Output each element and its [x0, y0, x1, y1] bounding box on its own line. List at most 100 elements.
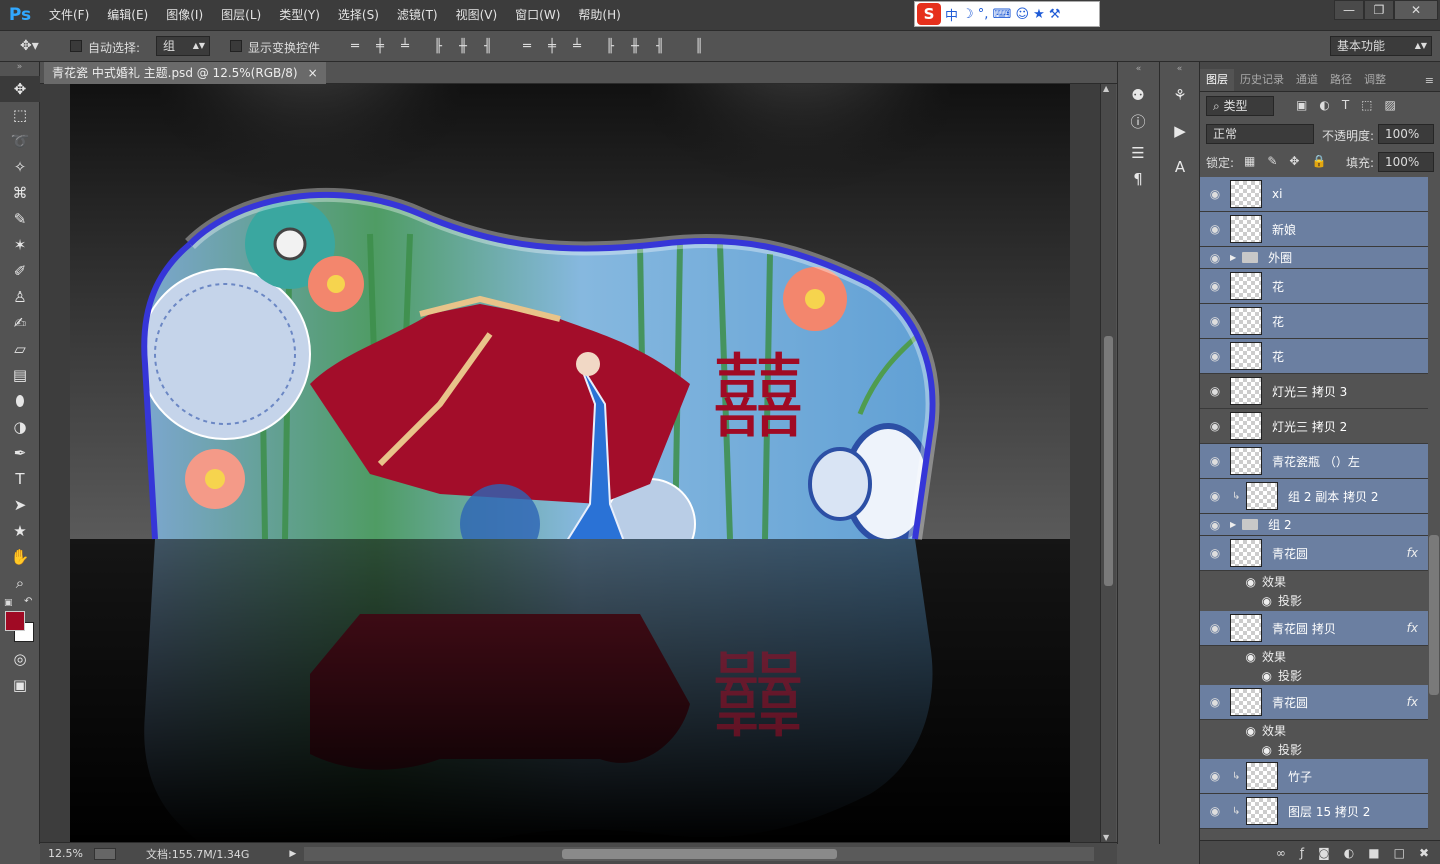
layer-list[interactable]: ◉ xi ◉ 新娘 ◉ ▶ 外圈 ◉ 花 ◉ 花 ◉ 花 ◉ 灯光三 拷贝 3 ◉ 灯光三 拷贝 … — [1200, 177, 1440, 840]
vertical-scroll-thumb[interactable] — [1104, 336, 1113, 586]
layer-row[interactable]: ◉ 花 — [1200, 339, 1428, 374]
type-tool-icon[interactable]: T — [0, 466, 40, 492]
scroll-down-icon[interactable]: ▼ — [1103, 833, 1109, 842]
layer-name[interactable]: 花 — [1272, 313, 1284, 330]
pen-tool-icon[interactable]: ✒ — [0, 440, 40, 466]
magic-wand-icon[interactable]: ✧ — [0, 154, 40, 180]
blur-tool-icon[interactable]: ⬮ — [0, 388, 40, 414]
ime-toolbar[interactable]: S 中 ☽ °, ⌨ ☺ ★ ⚒ — [914, 1, 1100, 27]
effect-eye-icon[interactable]: ◉ — [1200, 743, 1272, 757]
tab-layers[interactable]: 图层 — [1200, 69, 1234, 91]
menu-file[interactable]: 文件(F) — [40, 0, 98, 30]
menu-type[interactable]: 类型(Y) — [270, 0, 329, 30]
gradient-tool-icon[interactable]: ▤ — [0, 362, 40, 388]
history-brush-icon[interactable]: ✍ — [0, 310, 40, 336]
effects-row[interactable]: ◉ 效果 — [1200, 572, 1428, 591]
quick-mask-icon[interactable]: ◎ — [0, 646, 40, 672]
layer-name[interactable]: 花 — [1272, 278, 1284, 295]
distribute-vcenter-icon[interactable]: ╪ — [543, 38, 561, 54]
lock-paint-icon[interactable]: ✎ — [1267, 154, 1277, 168]
properties-icon[interactable]: ☰ — [1118, 140, 1158, 166]
lasso-tool-icon[interactable]: ➰ — [0, 128, 40, 154]
menu-edit[interactable]: 编辑(E) — [98, 0, 157, 30]
screen-mode-icon[interactable]: ▣ — [0, 672, 40, 698]
effect-eye-icon[interactable]: ◉ — [1200, 669, 1272, 683]
move-tool-preset-icon[interactable]: ✥▾ — [20, 38, 39, 54]
scroll-up-icon[interactable]: ▲ — [1103, 84, 1109, 93]
effects-eye-icon[interactable]: ◉ — [1200, 650, 1256, 664]
auto-align-icon[interactable]: ║ — [690, 38, 708, 54]
align-right-icon[interactable]: ╢ — [479, 38, 497, 54]
dock2-collapse-icon[interactable]: « — [1160, 62, 1199, 82]
zoom-level[interactable]: 12.5% — [48, 847, 90, 860]
tab-paths[interactable]: 路径 — [1324, 69, 1358, 91]
blend-mode-dropdown[interactable]: 正常 — [1206, 124, 1314, 144]
effect-eye-icon[interactable]: ◉ — [1200, 594, 1272, 608]
filter-shape-icon[interactable]: ⬚ — [1361, 98, 1372, 112]
align-hcenter-icon[interactable]: ╫ — [454, 38, 472, 54]
menu-layer[interactable]: 图层(L) — [212, 0, 270, 30]
tab-adjustments[interactable]: 调整 — [1358, 69, 1392, 91]
align-vcenter-icon[interactable]: ╪ — [371, 38, 389, 54]
visibility-eye-icon[interactable]: ◉ — [1200, 384, 1230, 398]
align-top-icon[interactable]: ═ — [346, 38, 364, 54]
clone-stamp-icon[interactable]: ♙ — [0, 284, 40, 310]
layer-row[interactable]: ◉ 青花瓷瓶 （）左 — [1200, 444, 1428, 479]
artwork-canvas[interactable]: 囍 囍 — [40, 84, 1100, 842]
healing-brush-icon[interactable]: ✶ — [0, 232, 40, 258]
move-tool-icon[interactable]: ✥ — [0, 76, 40, 102]
visibility-eye-icon[interactable]: ◉ — [1200, 419, 1230, 433]
visibility-eye-icon[interactable]: ◉ — [1200, 279, 1230, 293]
layer-group-row[interactable]: ◉ ▶ 组 2 — [1200, 514, 1428, 536]
new-group-icon[interactable]: ■ — [1368, 846, 1379, 860]
dock-collapse-icon[interactable]: « — [1118, 62, 1159, 82]
menu-select[interactable]: 选择(S) — [329, 0, 388, 30]
distribute-right-icon[interactable]: ╢ — [651, 38, 669, 54]
layer-fx-badge[interactable]: fx — [1407, 695, 1418, 709]
filter-pixel-icon[interactable]: ▣ — [1296, 98, 1307, 112]
collapse-icon[interactable]: » — [0, 62, 39, 76]
fill-input[interactable]: 100% — [1378, 152, 1434, 172]
lock-transparent-icon[interactable]: ▦ — [1244, 154, 1255, 168]
horizontal-scroll-thumb[interactable] — [562, 848, 838, 859]
visibility-eye-icon[interactable]: ◉ — [1200, 349, 1230, 363]
effects-row[interactable]: ◉ 效果 — [1200, 721, 1428, 740]
shape-tool-icon[interactable]: ★ — [0, 518, 40, 544]
effects-eye-icon[interactable]: ◉ — [1200, 575, 1256, 589]
add-mask-icon[interactable]: ◙ — [1318, 846, 1330, 860]
effect-item-row[interactable]: ◉ 投影 — [1200, 591, 1428, 610]
layer-name[interactable]: 外圈 — [1268, 249, 1292, 266]
layer-filter-dropdown[interactable]: ⌕ 类型 — [1206, 96, 1274, 116]
layer-row[interactable]: ◉ 花 — [1200, 304, 1428, 339]
effects-eye-icon[interactable]: ◉ — [1200, 724, 1256, 738]
layer-name[interactable]: 组 2 — [1268, 516, 1291, 533]
align-bottom-icon[interactable]: ╧ — [396, 38, 414, 54]
character-icon[interactable]: A — [1160, 154, 1200, 180]
path-select-icon[interactable]: ➤ — [0, 492, 40, 518]
visibility-eye-icon[interactable]: ◉ — [1200, 251, 1230, 265]
opacity-input[interactable]: 100% — [1378, 124, 1434, 144]
hand-tool-icon[interactable]: ✋ — [0, 544, 40, 570]
visibility-eye-icon[interactable]: ◉ — [1200, 546, 1230, 560]
marquee-tool-icon[interactable]: ⬚ — [0, 102, 40, 128]
filter-smart-icon[interactable]: ▨ — [1385, 98, 1396, 112]
layer-row[interactable]: ◉ ↳ 组 2 副本 拷贝 2 — [1200, 479, 1428, 514]
layer-fx-badge[interactable]: fx — [1407, 546, 1418, 560]
canvas-vertical-scrollbar[interactable]: ▲ ▼ — [1100, 84, 1116, 842]
close-tab-icon[interactable]: × — [308, 62, 318, 84]
layer-row[interactable]: ◉ 花 — [1200, 269, 1428, 304]
visibility-eye-icon[interactable]: ◉ — [1200, 695, 1230, 709]
layer-row[interactable]: ◉ 新娘 — [1200, 212, 1428, 247]
layer-row[interactable]: ◉ 青花圆 拷贝 fx — [1200, 611, 1428, 646]
status-menu-arrow-icon[interactable]: ▶ — [289, 849, 296, 859]
menu-image[interactable]: 图像(I) — [157, 0, 212, 30]
visibility-eye-icon[interactable]: ◉ — [1200, 222, 1230, 236]
layer-name[interactable]: 青花瓷瓶 （）左 — [1272, 453, 1360, 470]
panel-menu-icon[interactable]: ≡ — [1425, 74, 1434, 87]
effect-item-row[interactable]: ◉ 投影 — [1200, 666, 1428, 685]
layer-row[interactable]: ◉ 灯光三 拷贝 2 — [1200, 409, 1428, 444]
show-transform-checkbox[interactable] — [230, 40, 242, 52]
workspace-dropdown[interactable]: 基本功能 ▲▼ — [1330, 36, 1432, 56]
auto-select-checkbox[interactable] — [70, 40, 82, 52]
filter-adjustment-icon[interactable]: ◐ — [1319, 98, 1329, 112]
